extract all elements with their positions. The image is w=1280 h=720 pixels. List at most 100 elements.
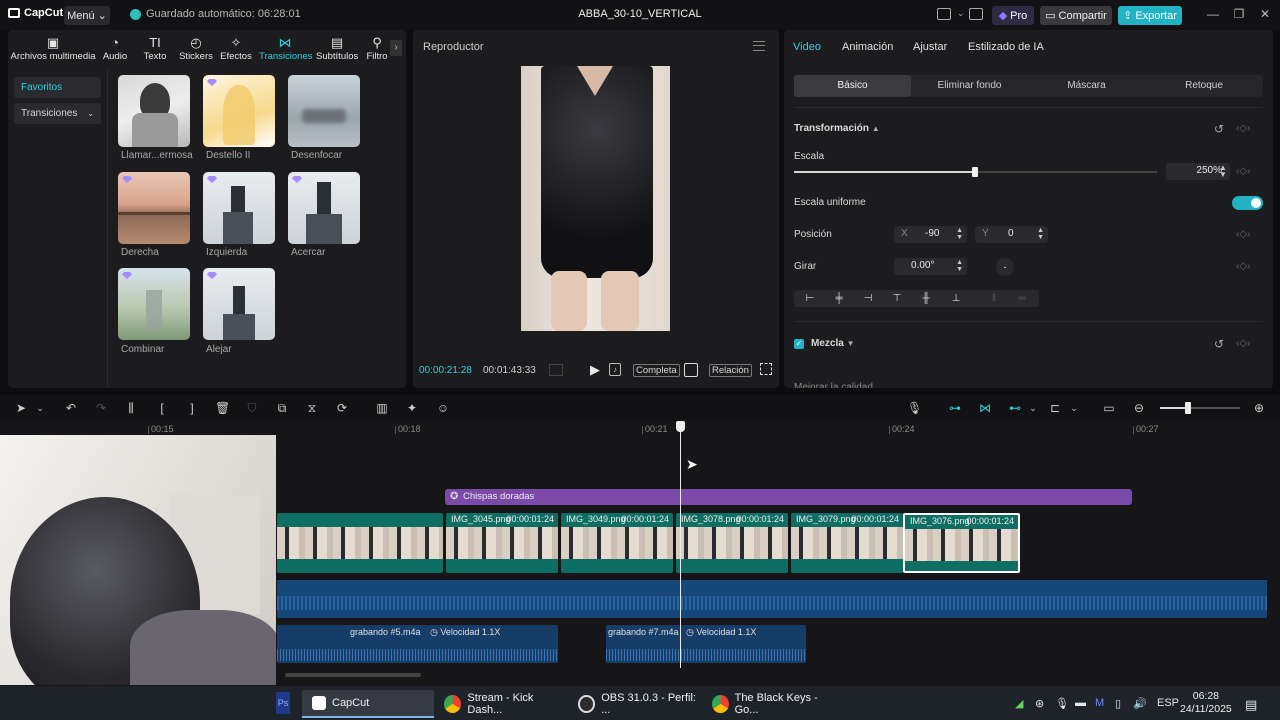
person-add-icon[interactable]: ☺	[436, 401, 450, 415]
position-x-field[interactable]: X -90 ▲ ▼	[894, 226, 967, 243]
distribute-h-icon[interactable]: ‖	[988, 293, 1000, 304]
clock[interactable]: 06:28 24/11/2025	[1180, 690, 1232, 716]
delete-icon[interactable]: 🗑	[215, 401, 230, 415]
zoom-out-icon[interactable]: ⊖	[1132, 401, 1146, 415]
grid-icon[interactable]	[549, 364, 563, 376]
share-button[interactable]: ▭ Compartir	[1040, 6, 1112, 25]
crop-icon[interactable]: ⧉	[275, 401, 289, 415]
mirror-icon[interactable]: ⧖	[305, 401, 319, 415]
subtab-mask[interactable]: Máscara	[1028, 75, 1145, 97]
ratio-button[interactable]: Relación	[709, 364, 752, 377]
reset-icon[interactable]: ↺	[1214, 122, 1224, 136]
transition-thumb[interactable]	[203, 75, 275, 147]
position-y-field[interactable]: Y 0 ▲ ▼	[975, 226, 1048, 243]
sidebar-item-favorites[interactable]: Favoritos	[14, 77, 101, 98]
close-icon[interactable]: ✕	[1257, 6, 1273, 22]
layout-icon[interactable]	[937, 8, 951, 20]
align-center-v-icon[interactable]: ╫	[920, 293, 932, 304]
chevron-down-icon[interactable]: ⌄	[33, 401, 47, 415]
taskbar-item-capcut[interactable]: CapCut	[302, 690, 434, 718]
preview-axis-icon[interactable]: ⊏	[1048, 401, 1062, 415]
blend-checkbox[interactable]: ✓	[794, 339, 804, 349]
video-clip-selected[interactable]: IMG_3076.png 00:00:01:24	[903, 513, 1020, 573]
microphone-icon[interactable]: 🎙	[907, 401, 922, 415]
microphone-icon[interactable]: 🎙	[1055, 697, 1069, 710]
export-button[interactable]: ⇪ Exportar	[1118, 6, 1182, 25]
transition-thumb[interactable]	[203, 172, 275, 244]
keyframe-nav-icon[interactable]: ‹◇›	[1236, 123, 1250, 134]
align-top-icon[interactable]: ⊤	[891, 293, 903, 304]
maximize-icon[interactable]: ❐	[1231, 6, 1247, 22]
battery-icon[interactable]: ▯	[1115, 697, 1121, 710]
audio-clip[interactable]: grabando #5.m4a ◷ Velocidad 1.1X	[277, 625, 558, 663]
tab-ai-style[interactable]: Estilizado de IA	[968, 41, 1044, 53]
subtab-basic[interactable]: Básico	[794, 75, 911, 97]
stepper-icon[interactable]: ▲ ▼	[1037, 227, 1044, 241]
trim-right-icon[interactable]: ]	[185, 401, 199, 415]
trim-left-icon[interactable]: [	[155, 401, 169, 415]
video-clip[interactable]	[277, 513, 443, 573]
shortcuts-icon[interactable]	[969, 8, 983, 20]
tab-text[interactable]: TI Texto	[140, 36, 170, 63]
transition-thumb[interactable]	[118, 172, 190, 244]
keyframe-nav-icon[interactable]: ‹◇›	[1236, 229, 1250, 240]
split-icon[interactable]: ⫼	[124, 401, 138, 415]
stepper-icon[interactable]: ▲ ▼	[1219, 164, 1227, 179]
camera-icon[interactable]: ▬	[1075, 697, 1086, 709]
distribute-v-icon[interactable]: ═	[1016, 293, 1028, 304]
stepper-icon[interactable]: ▲ ▼	[956, 227, 963, 241]
playhead[interactable]	[680, 430, 681, 668]
menu-button[interactable]: Menú ⌄	[64, 6, 110, 25]
select-cursor-icon[interactable]: ➤	[14, 401, 28, 415]
play-icon[interactable]: ▶	[590, 362, 600, 378]
zoom-slider-handle[interactable]	[1185, 402, 1191, 414]
link-icon[interactable]: ⊶	[948, 401, 962, 415]
keyframe-nav-icon[interactable]: ‹◇›	[1236, 261, 1250, 272]
tab-stickers[interactable]: ◴ Stickers	[178, 36, 214, 63]
transition-thumb[interactable]	[203, 268, 275, 340]
language-indicator[interactable]: ESP	[1157, 697, 1179, 709]
transition-thumb[interactable]	[288, 172, 360, 244]
align-bottom-icon[interactable]: ⊥	[950, 293, 962, 304]
full-quality-button[interactable]: Completa	[633, 364, 680, 377]
layout-dropdown-icon[interactable]: ⌄	[957, 8, 965, 19]
caption-icon[interactable]: ▭	[1102, 401, 1116, 415]
video-preview[interactable]	[521, 66, 670, 331]
nvidia-icon[interactable]: ◢	[1015, 697, 1023, 710]
video-clip[interactable]: IMG_3049.png 00:00:01:24	[561, 513, 673, 573]
redo-icon[interactable]: ↷	[94, 401, 108, 415]
pro-button[interactable]: ◆ Pro	[992, 6, 1034, 25]
fullscreen-icon[interactable]	[760, 363, 772, 375]
rotate-dial-icon[interactable]: -	[996, 258, 1014, 276]
effect-clip[interactable]: ✪ Chispas doradas	[445, 489, 1132, 505]
taskbar-item-obs[interactable]: OBS 31.0.3 - Perfil: ...	[578, 690, 702, 718]
transform-section-title[interactable]: Transformación ▲	[794, 123, 880, 134]
magnet-icon[interactable]: ⋈	[978, 401, 992, 415]
subtab-retouch[interactable]: Retoque	[1145, 75, 1263, 97]
rotate-field[interactable]: 0.00° ▲ ▼	[894, 258, 967, 275]
tab-audio[interactable]: ◔ Audio	[100, 36, 130, 63]
volume-icon[interactable]: 🔊	[1133, 697, 1147, 710]
keyframe-nav-icon[interactable]: ‹◇›	[1236, 166, 1250, 177]
stepper-icon[interactable]: ▲ ▼	[956, 259, 963, 273]
video-clip[interactable]: IMG_3045.png 00:00:01:24	[446, 513, 558, 573]
align-left-icon[interactable]: ⊢	[804, 293, 816, 304]
tab-media[interactable]: ▣ Archivos multimedia	[10, 36, 96, 63]
scale-slider-handle[interactable]	[972, 167, 978, 177]
audio-clip[interactable]: grabando #7.m4a ◷ Velocidad 1.1X	[606, 625, 806, 663]
tab-transitions[interactable]: ⋈ Transiciones	[259, 36, 313, 63]
hamburger-menu-icon[interactable]	[753, 41, 765, 51]
sidebar-item-transitions[interactable]: Transiciones ⌄	[14, 103, 101, 124]
blend-section-title[interactable]: Mezcla ▼	[811, 338, 855, 349]
chevron-down-icon[interactable]: ⌄	[1067, 401, 1081, 415]
keyframe-nav-icon[interactable]: ‹◇›	[1236, 338, 1250, 349]
reset-icon[interactable]: ↺	[1214, 337, 1224, 351]
align-center-h-icon[interactable]: ╪	[833, 293, 845, 304]
align-right-icon[interactable]: ⊣	[862, 293, 874, 304]
transition-thumb[interactable]	[288, 75, 360, 147]
magic-wand-icon[interactable]: ✦	[405, 401, 419, 415]
taskbar-item-chrome-music[interactable]: The Black Keys - Go...	[712, 690, 836, 718]
snap-icon[interactable]: ⊷	[1008, 401, 1022, 415]
uniform-scale-toggle[interactable]	[1232, 196, 1263, 210]
playhead-handle[interactable]	[676, 421, 685, 432]
